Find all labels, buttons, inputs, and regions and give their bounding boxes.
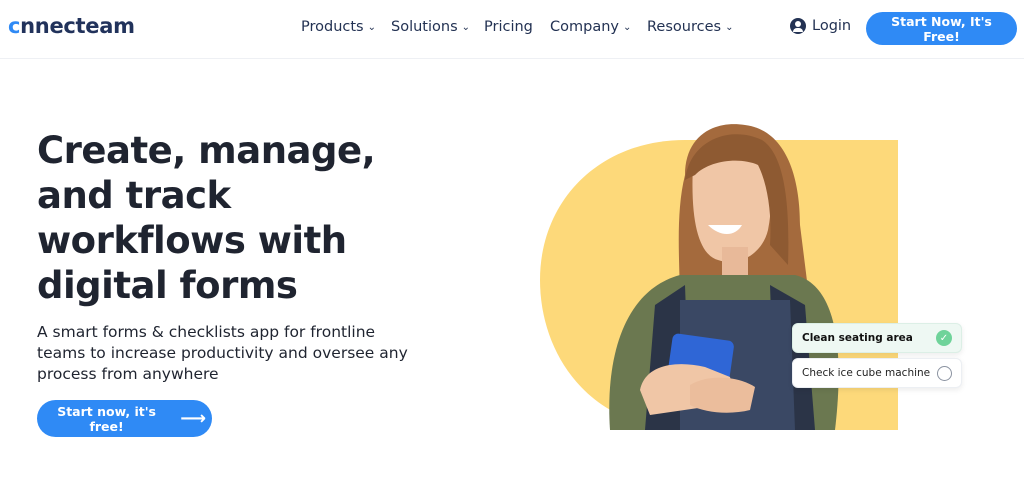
checklist-item-clean-seating[interactable]: Clean seating area ✓ <box>792 323 962 353</box>
start-now-hero-label: Start now, it's free! <box>57 403 156 434</box>
start-now-header-button[interactable]: Start Now, It's Free! <box>866 12 1017 45</box>
nav-solutions-label: Solutions <box>391 19 458 35</box>
start-now-hero-button[interactable]: Start now, it's free! ⟶ <box>37 400 212 437</box>
nav-resources-label: Resources <box>647 19 722 35</box>
nav-resources[interactable]: Resources ⌄ <box>647 19 733 35</box>
hero-title-line: Create, manage, <box>37 129 376 172</box>
login-label: Login <box>812 18 852 34</box>
checklist-item-label: Check ice cube machine <box>802 367 931 379</box>
hero-illustration <box>540 124 898 430</box>
nav-company[interactable]: Company ⌄ <box>550 19 631 35</box>
nav-company-label: Company <box>550 19 619 35</box>
top-navbar: cnnecteam Products ⌄ Solutions ⌄ Pricing… <box>0 0 1024 59</box>
user-icon <box>790 18 806 34</box>
check-icon[interactable]: ✓ <box>936 330 952 346</box>
nav-products[interactable]: Products ⌄ <box>301 19 376 35</box>
nav-pricing-label: Pricing <box>484 19 533 35</box>
hero-title-line: digital forms <box>37 264 298 307</box>
nav-products-label: Products <box>301 19 364 35</box>
hero-title: Create, manage, and track workflows with… <box>37 128 437 308</box>
arrow-right-icon: ⟶ <box>180 407 206 429</box>
hero-subtitle: A smart forms & checklists app for front… <box>37 323 408 383</box>
empty-circle-icon[interactable] <box>937 365 952 381</box>
nav-solutions[interactable]: Solutions ⌄ <box>391 19 470 35</box>
checklist-item-check-ice[interactable]: Check ice cube machine <box>792 358 962 388</box>
hero-title-line: workflows with <box>37 219 347 262</box>
connecteam-logo[interactable]: cnnecteam <box>8 14 135 38</box>
chevron-down-icon: ⌄ <box>461 21 471 33</box>
chevron-down-icon: ⌄ <box>367 21 376 33</box>
hero-title-line: and track <box>37 174 231 217</box>
chevron-down-icon: ⌄ <box>725 21 734 33</box>
login-link[interactable]: Login <box>790 18 851 34</box>
checklist-item-label: Clean seating area <box>802 332 913 344</box>
chevron-down-icon: ⌄ <box>622 21 632 33</box>
nav-pricing[interactable]: Pricing <box>484 19 533 35</box>
